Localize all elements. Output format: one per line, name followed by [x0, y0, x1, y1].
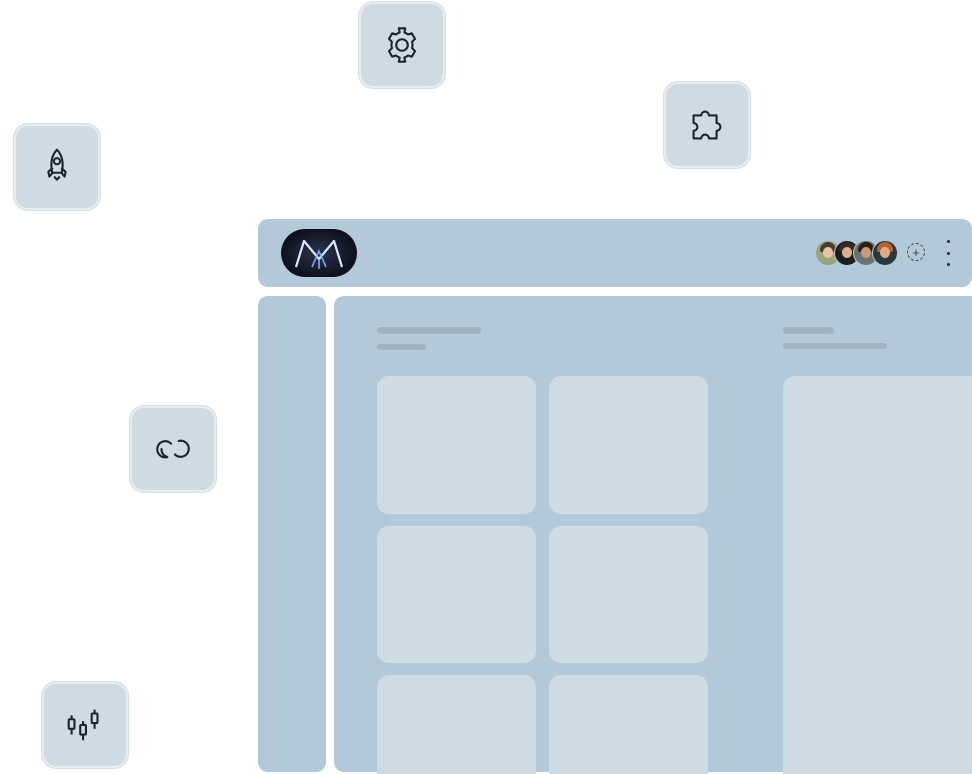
candlestick-tile[interactable] [42, 682, 128, 768]
gear-tile[interactable] [359, 2, 445, 88]
canvas: + [0, 0, 972, 774]
rocket-tile[interactable] [14, 124, 100, 210]
grid-card[interactable] [377, 675, 536, 774]
plus-icon: + [912, 244, 920, 260]
title-placeholder [377, 327, 481, 334]
side-title-placeholder [783, 327, 834, 334]
puzzle-tile[interactable] [664, 82, 750, 168]
member-avatars [815, 240, 898, 266]
rocket-icon [47, 148, 67, 181]
puzzle-icon [692, 110, 722, 140]
candlestick-chart-icon [67, 709, 99, 741]
app-header: + [258, 219, 972, 287]
add-member-button[interactable]: + [907, 243, 925, 261]
avatar[interactable] [872, 240, 898, 266]
side-subtitle-placeholder [783, 343, 887, 349]
link-tile[interactable] [130, 406, 216, 492]
logo-mark-icon [294, 239, 344, 269]
grid-card[interactable] [549, 376, 708, 514]
detail-panel [783, 376, 972, 774]
link-icon [156, 439, 190, 459]
grid-card[interactable] [377, 526, 536, 663]
subtitle-placeholder [377, 344, 426, 350]
main-panel [334, 296, 972, 774]
grid-card[interactable] [377, 376, 536, 514]
more-vertical-icon[interactable] [945, 240, 951, 266]
sidebar [258, 296, 326, 772]
app-logo[interactable] [281, 229, 357, 277]
grid-card[interactable] [549, 675, 708, 774]
grid-card[interactable] [549, 526, 708, 663]
gear-icon [387, 27, 417, 63]
